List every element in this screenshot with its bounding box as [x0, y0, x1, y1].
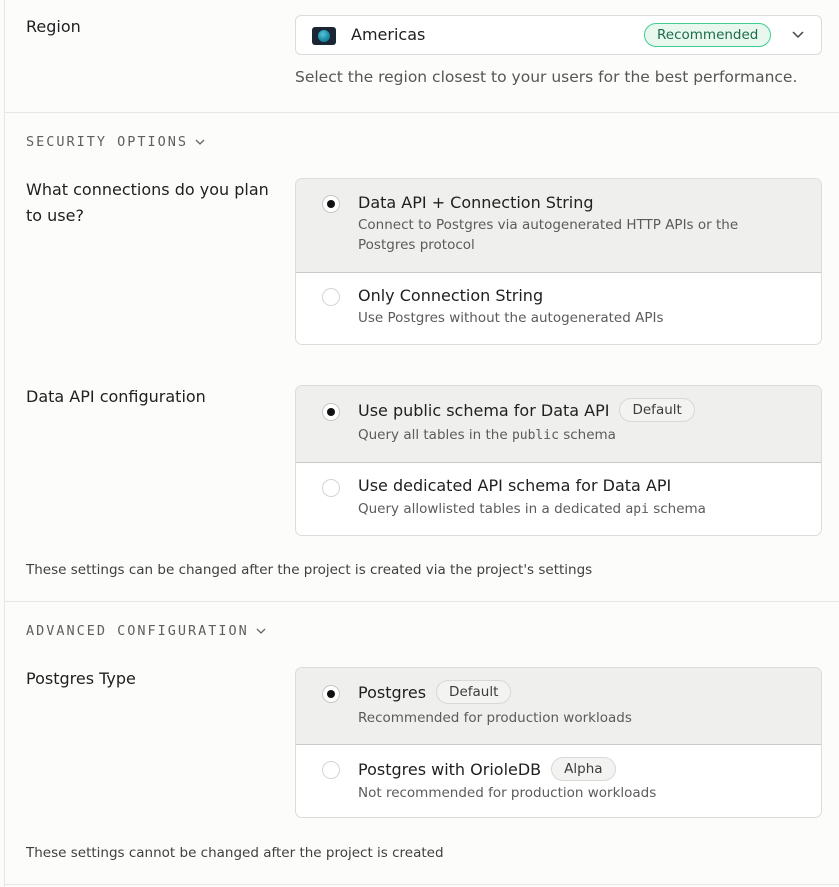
postgres-type-option-postgres[interactable]: Postgres Default Recommended for product… [296, 668, 821, 745]
divider [5, 884, 839, 885]
advanced-configuration-toggle[interactable]: ADVANCED CONFIGURATION [26, 623, 267, 639]
option-title: Postgres [358, 682, 427, 702]
option-description: Not recommended for production workloads [358, 785, 657, 801]
divider [5, 112, 839, 113]
divider [5, 601, 839, 602]
chevron-down-icon [195, 139, 205, 145]
region-label: Region [26, 17, 81, 36]
data-api-option-dedicated[interactable]: Use dedicated API schema for Data API Qu… [296, 463, 821, 535]
postgres-type-label: Postgres Type [26, 669, 136, 688]
connections-label-line2: to use? [26, 206, 84, 225]
connections-radio-group: Data API + Connection String Connect to … [295, 178, 822, 345]
default-badge: Default [619, 398, 695, 422]
data-api-option-public[interactable]: Use public schema for Data API Default Q… [296, 386, 821, 463]
advanced-note: These settings cannot be changed after t… [26, 845, 444, 861]
recommended-badge: Recommended [644, 23, 772, 47]
radio-button[interactable] [322, 288, 340, 306]
security-options-toggle[interactable]: SECURITY OPTIONS [26, 134, 206, 150]
option-title: Use dedicated API schema for Data API [358, 476, 672, 495]
option-description: Query all tables in the public schema [358, 427, 616, 443]
connection-option-only-string[interactable]: Only Connection String Use Postgres with… [296, 273, 821, 344]
radio-button[interactable] [322, 761, 340, 779]
option-title: Only Connection String [358, 286, 544, 305]
radio-button[interactable] [322, 195, 340, 213]
postgres-type-option-orioledb[interactable]: Postgres with OrioleDB Alpha Not recomme… [296, 745, 821, 817]
data-api-config-label: Data API configuration [26, 387, 206, 406]
region-help-text: Select the region closest to your users … [295, 68, 798, 86]
option-description: Recommended for production workloads [358, 710, 632, 726]
chevron-down-icon [792, 31, 804, 39]
radio-button[interactable] [322, 685, 340, 703]
option-description: Use Postgres without the autogenerated A… [358, 310, 664, 326]
globe-icon [312, 27, 336, 45]
security-options-heading: SECURITY OPTIONS [26, 134, 189, 150]
postgres-type-radio-group: Postgres Default Recommended for product… [295, 667, 822, 818]
radio-button[interactable] [322, 479, 340, 497]
security-note: These settings can be changed after the … [26, 562, 593, 578]
schema-code: api [625, 502, 649, 517]
region-value: Americas [351, 25, 426, 44]
option-title: Postgres with OrioleDB [358, 759, 542, 779]
default-badge: Default [436, 680, 512, 704]
region-select[interactable]: Americas Recommended [295, 15, 822, 55]
radio-button[interactable] [322, 403, 340, 421]
option-title: Use public schema for Data API [358, 400, 610, 420]
option-title: Data API + Connection String [358, 193, 594, 212]
connections-label-line1: What connections do you plan [26, 180, 269, 199]
alpha-badge: Alpha [551, 757, 616, 781]
option-description: Connect to Postgres via autogenerated HT… [358, 217, 739, 253]
option-description: Query allowlisted tables in a dedicated … [358, 501, 706, 517]
schema-code: public [511, 428, 559, 443]
connection-option-data-api[interactable]: Data API + Connection String Connect to … [296, 179, 821, 273]
data-api-radio-group: Use public schema for Data API Default Q… [295, 385, 822, 536]
chevron-down-icon [256, 628, 266, 634]
advanced-configuration-heading: ADVANCED CONFIGURATION [26, 623, 249, 639]
